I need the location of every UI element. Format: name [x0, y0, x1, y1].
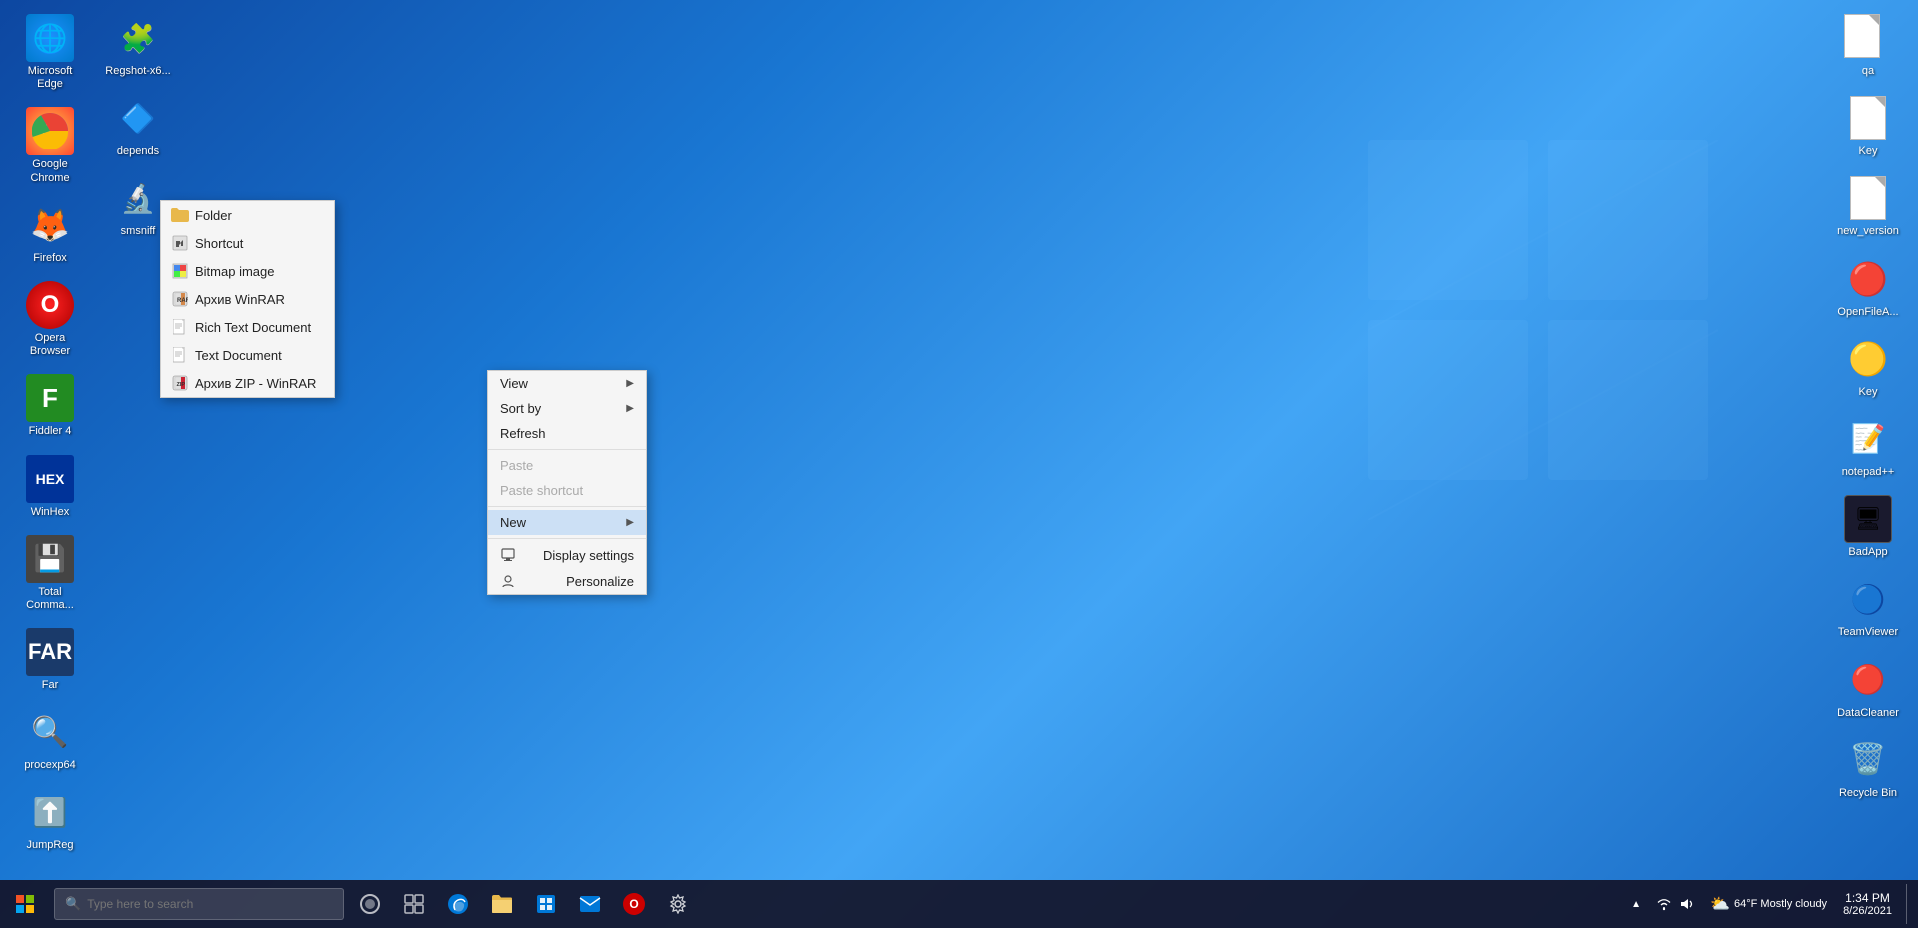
taskbar-cortana[interactable] [348, 880, 392, 928]
folder-icon [171, 206, 189, 224]
volume-icon[interactable] [1676, 894, 1696, 914]
display-settings-icon [500, 547, 516, 563]
submenu-new-txt[interactable]: Text Document [161, 341, 334, 369]
submenu-new-folder-label: Folder [195, 208, 232, 223]
taskbar-weather[interactable]: ⛅ 64°F Mostly cloudy [1704, 894, 1833, 914]
desktop-icon-far[interactable]: FAR Far [10, 624, 90, 696]
personalize-icon [500, 573, 516, 589]
submenu-new-bitmap[interactable]: Bitmap image [161, 257, 334, 285]
weather-icon: ⛅ [1710, 894, 1730, 914]
show-desktop-button[interactable] [1906, 884, 1910, 924]
desktop-icon-totalcommander[interactable]: 💾 TotalComma... [10, 531, 90, 616]
taskbar: 🔍 [0, 880, 1918, 928]
desktop-icon-firefox[interactable]: 🦊 Firefox [10, 197, 90, 269]
search-input[interactable] [87, 897, 333, 911]
desktop-icon-datacleaner[interactable]: 🔴 DataCleaner [1828, 652, 1908, 724]
context-menu-display-settings[interactable]: Display settings [488, 542, 646, 568]
context-menu-new[interactable]: New ▶ [488, 510, 646, 535]
desktop-icons-right: qa Key new_version 🔴 OpenFileA... [1828, 10, 1908, 804]
submenu-new-rtf[interactable]: Rich Text Document [161, 313, 334, 341]
submenu-new-rtf-label: Rich Text Document [195, 320, 311, 335]
submenu-new-winrar-label: Архив WinRAR [195, 292, 285, 307]
desktop-icon-qa[interactable]: qa [1828, 10, 1908, 82]
submenu-new-shortcut-label: Shortcut [195, 236, 243, 251]
desktop-icon-notepadpp[interactable]: 📝 notepad++ [1828, 411, 1908, 483]
submenu-new-folder[interactable]: Folder [161, 201, 334, 229]
desktop-icon-teamviewer[interactable]: 🔵 TeamViewer [1828, 571, 1908, 643]
taskbar-settings[interactable] [656, 880, 700, 928]
context-menu-divider-1 [488, 449, 646, 450]
context-menu-personalize[interactable]: Personalize [488, 568, 646, 594]
submenu-new-shortcut[interactable]: Shortcut [161, 229, 334, 257]
taskbar-store[interactable] [524, 880, 568, 928]
zip-icon: ZIP [171, 374, 189, 392]
desktop-icons-left: 🌐 Microsoft Edge GoogleChrome 🦊 F [10, 10, 178, 878]
context-menu-paste-shortcut: Paste shortcut [488, 478, 646, 503]
svg-text:RAR: RAR [177, 298, 188, 304]
submenu-new-txt-label: Text Document [195, 348, 282, 363]
submenu-new-zip[interactable]: ZIP Архив ZIP - WinRAR [161, 369, 334, 397]
desktop-icon-winhex[interactable]: HEX WinHex [10, 451, 90, 523]
desktop-icon-depends[interactable]: 🔷 depends [98, 90, 178, 162]
desktop[interactable]: 🌐 Microsoft Edge GoogleChrome 🦊 F [0, 0, 1918, 928]
rtf-icon [171, 318, 189, 336]
desktop-icon-regshot[interactable]: 🧩 Regshot-x6... [98, 10, 178, 82]
submenu-new-winrar[interactable]: RAR Архив WinRAR [161, 285, 334, 313]
taskbar-right-area: ▲ ⛅ 64°F Mostly cloudy [1618, 880, 1918, 928]
desktop-icon-new-version[interactable]: new_version [1828, 170, 1908, 242]
taskbar-search-bar[interactable]: 🔍 [54, 888, 344, 920]
desktop-icon-procexp[interactable]: 🔍 procexp64 [10, 704, 90, 776]
context-menu-refresh[interactable]: Refresh [488, 421, 646, 446]
desktop-icon-edge[interactable]: 🌐 Microsoft Edge [10, 10, 90, 95]
chevron-right-icon: ▶ [626, 378, 634, 389]
context-menu-divider-3 [488, 538, 646, 539]
submenu-new-zip-label: Архив ZIP - WinRAR [195, 376, 316, 391]
context-menu-divider-2 [488, 506, 646, 507]
desktop-icon-fiddler[interactable]: F Fiddler 4 [10, 370, 90, 442]
chevron-right-icon: ▶ [626, 517, 634, 528]
taskbar-task-view[interactable] [392, 880, 436, 928]
desktop-icon-key2[interactable]: 🟡 Key [1828, 331, 1908, 403]
desktop-icon-openfileapp[interactable]: 🔴 OpenFileA... [1828, 251, 1908, 323]
context-menu-paste: Paste [488, 453, 646, 478]
taskbar-file-explorer[interactable] [480, 880, 524, 928]
context-menu-sort-by[interactable]: Sort by ▶ [488, 396, 646, 421]
txt-icon [171, 346, 189, 364]
desktop-icon-chrome[interactable]: GoogleChrome [10, 103, 90, 188]
desktop-icon-key[interactable]: Key [1828, 90, 1908, 162]
svg-text:ZIP: ZIP [177, 382, 186, 388]
network-icon[interactable] [1654, 894, 1674, 914]
taskbar-clock[interactable]: 1:34 PM 8/26/2021 [1837, 891, 1898, 917]
submenu-new-bitmap-label: Bitmap image [195, 264, 274, 279]
desktop-icon-opera[interactable]: O OperaBrowser [10, 277, 90, 362]
desktop-icon-badapp[interactable]: 🖥 BadApp [1828, 491, 1908, 563]
context-menu-view[interactable]: View ▶ [488, 371, 646, 396]
context-menu: View ▶ Sort by ▶ Refresh Paste Paste sho… [487, 370, 647, 595]
search-icon: 🔍 [65, 896, 81, 912]
taskbar-opera[interactable]: O [612, 880, 656, 928]
system-tray-expand[interactable]: ▲ [1626, 894, 1646, 914]
desktop-icon-jumpreg[interactable]: ⬆️ JumpReg [10, 784, 90, 856]
submenu-new: Folder Shortcut Bitmap imag [160, 200, 335, 398]
bitmap-icon [171, 262, 189, 280]
taskbar-mail[interactable] [568, 880, 612, 928]
chevron-right-icon: ▶ [626, 403, 634, 414]
system-tray-icons [1650, 894, 1700, 914]
winrar-icon: RAR [171, 290, 189, 308]
taskbar-edge[interactable] [436, 880, 480, 928]
windows-logo-background [1368, 140, 1718, 520]
start-button[interactable] [0, 880, 50, 928]
desktop-icon-recycle-bin[interactable]: 🗑️ Recycle Bin [1828, 732, 1908, 804]
shortcut-icon [171, 234, 189, 252]
